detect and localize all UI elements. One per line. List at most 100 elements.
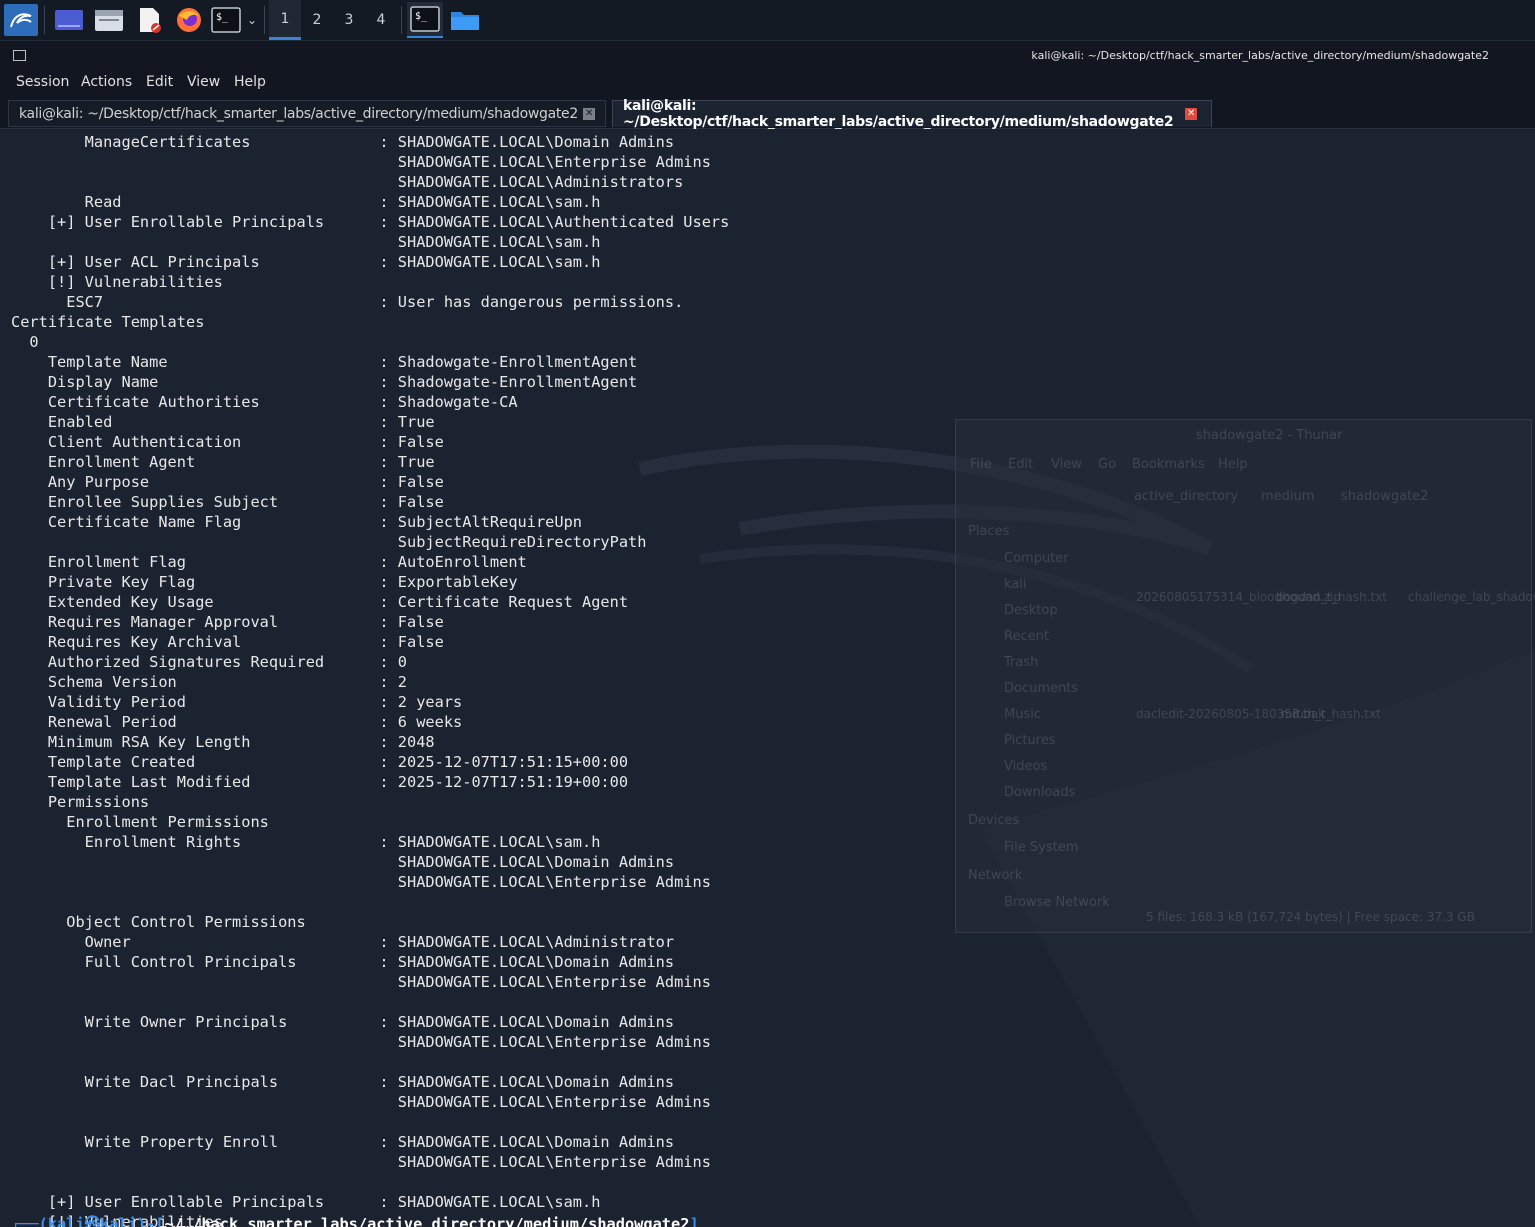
terminal-line: Certificate Name Flag : SubjectAltRequir… xyxy=(11,513,582,531)
text-editor-icon[interactable] xyxy=(132,4,166,36)
terminal-line: Schema Version : 2 xyxy=(11,673,408,691)
terminal-window-icon[interactable]: $_ xyxy=(407,2,443,38)
terminal-line: Write Dacl Principals : SHADOWGATE.LOCAL… xyxy=(11,1073,675,1091)
bg-place: Videos xyxy=(1004,759,1048,774)
bg-menu-bookmarks: Bookmarks xyxy=(1132,457,1205,472)
terminal-line: Certificate Templates xyxy=(11,313,205,331)
workspace-2[interactable]: 2 xyxy=(301,0,333,40)
terminal-line: Full Control Principals : SHADOWGATE.LOC… xyxy=(11,953,675,971)
terminal-line: Certificate Authorities : Shadowgate-CA xyxy=(11,393,518,411)
terminal-line: ManageCertificates : SHADOWGATE.LOCAL\Do… xyxy=(11,133,675,151)
terminal-line: SHADOWGATE.LOCAL\Enterprise Admins xyxy=(11,873,711,891)
tab-label: kali@kali: ~/Desktop/ctf/hack_smarter_la… xyxy=(19,105,578,122)
terminal-line: Authorized Signatures Required : 0 xyxy=(11,653,408,671)
prompt-line: ┌──(kali㉿kali)-[~/…/hack_smarter_labs/ac… xyxy=(11,1212,699,1227)
window-titlebar: kali@kali: ~/Desktop/ctf/hack_smarter_la… xyxy=(0,41,1535,72)
prompt-close: ] xyxy=(689,1215,699,1227)
bg-file: mitch_t_hash.txt xyxy=(1281,707,1381,721)
close-icon[interactable]: ✕ xyxy=(583,108,595,120)
menu-session[interactable]: Session xyxy=(16,74,69,90)
kali-menu-icon[interactable] xyxy=(4,4,38,36)
bg-place: Documents xyxy=(1004,681,1079,696)
terminal-line: [!] Vulnerabilities xyxy=(11,273,223,291)
bg-file: challenge_lab_shadow.ovpn xyxy=(1408,590,1535,604)
bg-menu-go: Go xyxy=(1098,457,1117,472)
bg-place: Desktop xyxy=(1004,603,1058,618)
bg-place: Music xyxy=(1004,707,1041,722)
menu-view[interactable]: View xyxy=(187,74,220,90)
bg-breadcrumb-2: medium xyxy=(1261,489,1315,504)
terminal-line: Template Created : 2025-12-07T17:51:15+0… xyxy=(11,753,629,771)
folder-window-icon[interactable] xyxy=(448,4,482,36)
terminal-line: Owner : SHADOWGATE.LOCAL\Administrator xyxy=(11,933,675,951)
prompt-mid: )-[ xyxy=(136,1215,165,1227)
terminal-line: Template Last Modified : 2025-12-07T17:5… xyxy=(11,773,629,791)
bg-network-item: Browse Network xyxy=(1004,895,1110,910)
terminal-line: SHADOWGATE.LOCAL\Domain Admins xyxy=(11,853,675,871)
menu-edit[interactable]: Edit xyxy=(146,74,173,90)
terminal-line: Permissions xyxy=(11,793,150,811)
menu-help[interactable]: Help xyxy=(234,74,266,90)
terminal-line: [+] User Enrollable Principals : SHADOWG… xyxy=(11,1193,601,1211)
menubar: Session Actions Edit View Help xyxy=(0,72,1535,96)
bg-breadcrumb-3: shadowgate2 xyxy=(1341,489,1429,504)
tab-terminal-1[interactable]: kali@kali: ~/Desktop/ctf/hack_smarter_la… xyxy=(8,100,606,127)
tab-bar: kali@kali: ~/Desktop/ctf/hack_smarter_la… xyxy=(0,96,1535,130)
bg-menu-edit: Edit xyxy=(1008,457,1034,472)
terminal-line: Write Property Enroll : SHADOWGATE.LOCAL… xyxy=(11,1133,675,1151)
terminal-line: SHADOWGATE.LOCAL\Enterprise Admins xyxy=(11,153,711,171)
close-icon[interactable]: ✕ xyxy=(1185,108,1197,120)
bg-window-title: shadowgate2 - Thunar xyxy=(1196,428,1343,443)
dropdown-chevron-icon[interactable]: ⌄ xyxy=(244,4,260,36)
terminal-line: ESC7 : User has dangerous permissions. xyxy=(11,293,684,311)
taskbar: $_ ⌄ 1 2 3 4 $_ xyxy=(0,0,1535,41)
prompt-open: ┌──( xyxy=(11,1215,48,1227)
svg-text:$_: $_ xyxy=(415,11,428,22)
terminal-line: Enrollment Flag : AutoEnrollment xyxy=(11,553,527,571)
terminal-output[interactable]: shadowgate2 - Thunar File Edit View Go B… xyxy=(0,129,1535,1227)
bg-network-header: Network xyxy=(968,868,1023,883)
terminal-line: SHADOWGATE.LOCAL\Administrators xyxy=(11,173,684,191)
bg-place: Pictures xyxy=(1004,733,1056,748)
bg-place: Computer xyxy=(1004,551,1069,566)
terminal-line: Validity Period : 2 years xyxy=(11,693,463,711)
workspace-4[interactable]: 4 xyxy=(365,0,397,40)
prompt-host: kali xyxy=(100,1215,137,1227)
firefox-icon[interactable] xyxy=(172,4,206,36)
terminal-icon[interactable]: $_ xyxy=(210,4,242,36)
terminal-line: Display Name : Shadowgate-EnrollmentAgen… xyxy=(11,373,638,391)
prompt-at: ㉿ xyxy=(84,1215,100,1227)
terminal-line: Private Key Flag : ExportableKey xyxy=(11,573,518,591)
terminal-line: SubjectRequireDirectoryPath xyxy=(11,533,647,551)
workspace-3[interactable]: 3 xyxy=(333,0,365,40)
prompt-path: ~/…/hack_smarter_labs/active_directory/m… xyxy=(164,1215,690,1227)
file-manager-icon[interactable] xyxy=(92,4,126,36)
terminal-line: 0 xyxy=(11,333,39,351)
terminal-line: Enrollment Permissions xyxy=(11,813,269,831)
bg-places-header: Places xyxy=(968,524,1010,539)
terminal-line: [+] User Enrollable Principals : SHADOWG… xyxy=(11,213,730,231)
terminal-line: Minimum RSA Key Length : 2048 xyxy=(11,733,435,751)
bg-file: bogdan_t_hash.txt xyxy=(1276,590,1387,604)
desktop-icon[interactable] xyxy=(52,4,86,36)
menu-actions[interactable]: Actions xyxy=(81,74,132,90)
terminal-line: [+] User ACL Principals : SHADOWGATE.LOC… xyxy=(11,253,601,271)
bg-menu-file: File xyxy=(970,457,992,472)
bg-breadcrumb-1: active_directory xyxy=(1134,489,1239,504)
terminal-line: SHADOWGATE.LOCAL\sam.h xyxy=(11,233,601,251)
terminal-line: Read : SHADOWGATE.LOCAL\sam.h xyxy=(11,193,601,211)
terminal-line: Enabled : True xyxy=(11,413,435,431)
terminal-line: Requires Key Archival : False xyxy=(11,633,444,651)
tab-terminal-2[interactable]: kali@kali: ~/Desktop/ctf/hack_smarter_la… xyxy=(612,98,1212,130)
bg-place: kali xyxy=(1004,577,1027,592)
workspace-1[interactable]: 1 xyxy=(269,0,301,40)
window-title: kali@kali: ~/Desktop/ctf/hack_smarter_la… xyxy=(1031,49,1489,62)
terminal-line: Write Owner Principals : SHADOWGATE.LOCA… xyxy=(11,1013,675,1031)
terminal-line: Enrollment Rights : SHADOWGATE.LOCAL\sam… xyxy=(11,833,601,851)
terminal-line: Client Authentication : False xyxy=(11,433,444,451)
terminal-line: Enrollee Supplies Subject : False xyxy=(11,493,444,511)
terminal-line: SHADOWGATE.LOCAL\Enterprise Admins xyxy=(11,1153,711,1171)
tab-label: kali@kali: ~/Desktop/ctf/hack_smarter_la… xyxy=(623,98,1174,130)
bg-menu-view: View xyxy=(1051,457,1082,472)
terminal-line: Any Purpose : False xyxy=(11,473,444,491)
